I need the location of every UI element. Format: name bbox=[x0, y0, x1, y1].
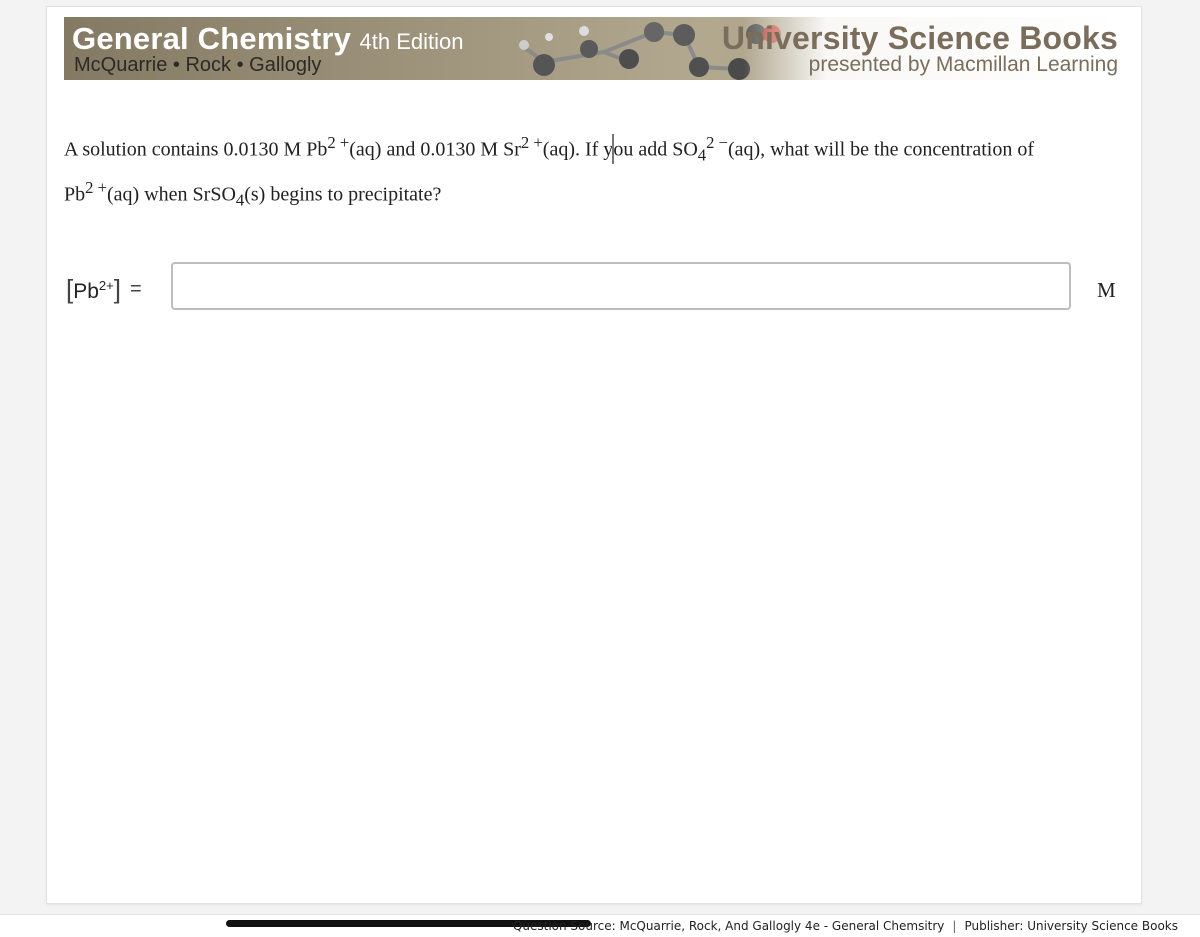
answer-label: [Pb2+] bbox=[66, 274, 121, 304]
footer-separator: | bbox=[952, 919, 957, 933]
book-authors: McQuarrie • Rock • Gallogly bbox=[74, 54, 322, 76]
answer-charge: 2+ bbox=[98, 278, 114, 293]
publisher-name: University Science Books bbox=[721, 20, 1118, 56]
question-fragment: A solution contains 0.0130 M Pb bbox=[64, 138, 328, 161]
textbook-banner: General Chemistry 4th Edition McQuarrie … bbox=[64, 17, 1123, 80]
equals-sign: = bbox=[130, 278, 142, 300]
question-fragment: ou add SO bbox=[613, 138, 698, 161]
superscript: 2 + bbox=[327, 133, 350, 152]
book-edition: 4th Edition bbox=[359, 29, 464, 54]
answer-input[interactable] bbox=[171, 262, 1071, 310]
question-source: Question Source: McQuarrie, Rock, And Ga… bbox=[512, 919, 945, 933]
question-fragment: (aq). If y bbox=[542, 138, 614, 161]
question-text: A solution contains 0.0130 M Pb2 +(aq) a… bbox=[64, 127, 1094, 216]
publisher-block: University Science Books presented by Ma… bbox=[722, 20, 1118, 77]
footer-credits: Question Source: McQuarrie, Rock, And Ga… bbox=[513, 919, 1178, 933]
subscript: 4 bbox=[697, 145, 707, 165]
question-fragment: (s) begins to precipitate? bbox=[244, 183, 442, 206]
subscript: 4 bbox=[235, 190, 245, 210]
superscript: 2 − bbox=[706, 133, 728, 152]
question-fragment: (aq), what will be the concentration of bbox=[727, 138, 1034, 161]
book-title: General Chemistry 4th Edition bbox=[72, 21, 464, 57]
superscript: 2 + bbox=[85, 177, 108, 197]
book-title-main: General Chemistry bbox=[72, 21, 352, 56]
question-fragment: (aq) and 0.0130 M Sr bbox=[349, 138, 521, 161]
answer-ion: Pb bbox=[73, 280, 99, 303]
superscript: 2 + bbox=[520, 133, 543, 152]
question-fragment: Pb bbox=[64, 183, 86, 206]
footer-publisher: Publisher: University Science Books bbox=[964, 919, 1178, 933]
answer-unit: M bbox=[1097, 278, 1116, 302]
question-fragment: (aq) when SrSO bbox=[107, 183, 236, 206]
